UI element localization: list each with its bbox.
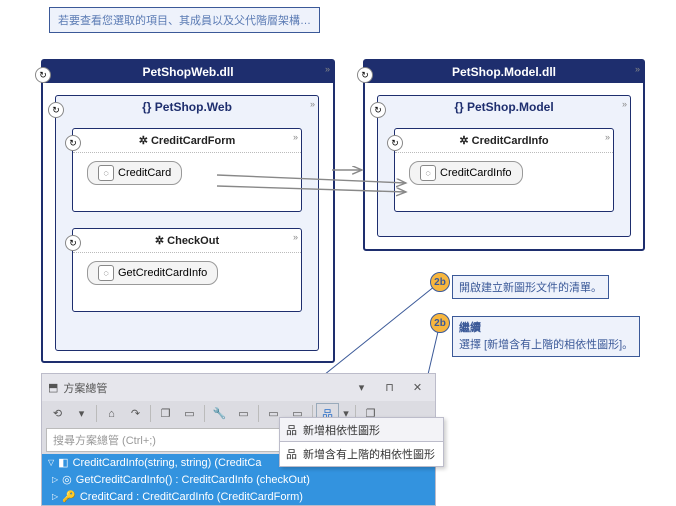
pin-button[interactable]: ⊓	[378, 377, 401, 398]
class-header: ✲ CreditCardInfo	[395, 129, 613, 153]
namespace-header: {} PetShop.Web	[56, 96, 318, 118]
wrench-button[interactable]: 🔧	[208, 403, 231, 424]
step-badge: 2b	[430, 313, 450, 333]
btn[interactable]: ❐	[154, 403, 177, 424]
braces-icon: {}	[454, 100, 463, 114]
method-icon: ◎	[62, 473, 72, 486]
chevron-icon[interactable]: »	[635, 64, 640, 74]
key-icon: 🔑	[62, 490, 76, 503]
menu-item-new-dep-graph-with-parents[interactable]: 品 新增含有上階的相依性圖形	[279, 441, 444, 467]
package-petshop-model: ↻ » PetShop.Model.dll ↻ » {} PetShop.Mod…	[363, 59, 645, 251]
new-graph-menu: 品 新增相依性圖形 品 新增含有上階的相依性圖形	[279, 417, 444, 467]
refresh-icon[interactable]: ↻	[357, 67, 373, 83]
refresh-icon[interactable]: ↻	[387, 135, 403, 151]
expand-icon[interactable]: ▷	[52, 492, 58, 501]
refresh-icon[interactable]: ↻	[48, 102, 64, 118]
menu-item-new-dep-graph[interactable]: 品 新增相依性圖形	[280, 418, 443, 442]
gear-icon: ✲	[155, 235, 164, 247]
tree-row[interactable]: ▷ 🔑 CreditCard : CreditCardInfo (CreditC…	[42, 488, 435, 505]
field-getcreditcardinfo[interactable]: ◌ GetCreditCardInfo	[87, 261, 218, 285]
link-icon: ⬒	[48, 381, 58, 394]
callout-continue: 繼續 選擇 [新增含有上階的相依性圖形]。	[452, 316, 640, 357]
method-icon: ◧	[58, 456, 68, 469]
tree-row[interactable]: ▷ ◎ GetCreditCardInfo() : CreditCardInfo…	[42, 471, 435, 488]
field-icon: ◌	[420, 165, 436, 181]
chevron-icon[interactable]: »	[293, 132, 298, 142]
field-icon: ◌	[98, 265, 114, 281]
chevron-icon[interactable]: »	[622, 99, 627, 109]
field-creditcardinfo[interactable]: ◌ CreditCardInfo	[409, 161, 523, 185]
btn[interactable]: ▭	[232, 403, 255, 424]
field-icon: ◌	[98, 165, 114, 181]
class-header: ✲ CheckOut	[73, 229, 301, 253]
gear-icon: ✲	[139, 135, 148, 147]
field-creditcard[interactable]: ◌ CreditCard	[87, 161, 182, 185]
callout-open-menu: 開啟建立新圖形文件的清單。	[452, 275, 609, 299]
expand-icon[interactable]: ▽	[48, 458, 54, 467]
close-button[interactable]: ✕	[406, 377, 429, 398]
refresh-icon[interactable]: ↻	[65, 235, 81, 251]
home-button[interactable]: ⌂	[100, 403, 123, 424]
graph-icon: 品	[286, 422, 297, 438]
back-button[interactable]: ⟲	[46, 403, 69, 424]
chevron-icon[interactable]: »	[310, 99, 315, 109]
gear-icon: ✲	[459, 135, 468, 147]
refresh-icon[interactable]: ↻	[370, 102, 386, 118]
class-header: ✲ CreditCardForm	[73, 129, 301, 153]
sync-button[interactable]: ↷	[124, 403, 147, 424]
namespace-petshop-web: ↻ » {} PetShop.Web ↻ » ✲ CreditCardForm …	[55, 95, 319, 351]
refresh-icon[interactable]: ↻	[65, 135, 81, 151]
hint-tooltip: 若要查看您選取的項目、其成員以及父代階層架構…	[49, 7, 320, 33]
class-checkout: ↻ » ✲ CheckOut ◌ GetCreditCardInfo	[72, 228, 302, 312]
package-header: PetShopWeb.dll	[43, 61, 333, 83]
package-petshopweb: ↻ » PetShopWeb.dll ↻ » {} PetShop.Web ↻ …	[41, 59, 335, 363]
fwd-button[interactable]: ▾	[70, 403, 93, 424]
package-header: PetShop.Model.dll	[365, 61, 643, 83]
chevron-icon[interactable]: »	[325, 64, 330, 74]
btn[interactable]: ▭	[178, 403, 201, 424]
namespace-petshop-model: ↻ » {} PetShop.Model ↻ » ✲ CreditCardInf…	[377, 95, 631, 237]
class-creditcardinfo: ↻ » ✲ CreditCardInfo ◌ CreditCardInfo	[394, 128, 614, 212]
braces-icon: {}	[142, 100, 151, 114]
chevron-icon[interactable]: »	[293, 232, 298, 242]
panel-titlebar: ⬒ 方案總管 ▾ ⊓ ✕	[42, 374, 435, 401]
namespace-header: {} PetShop.Model	[378, 96, 630, 118]
chevron-icon[interactable]: »	[605, 132, 610, 142]
step-badge: 2b	[430, 272, 450, 292]
dropdown-button[interactable]: ▾	[350, 377, 373, 398]
graph-icon: 品	[286, 446, 297, 462]
expand-icon[interactable]: ▷	[52, 475, 58, 484]
refresh-icon[interactable]: ↻	[35, 67, 51, 83]
class-creditcardform: ↻ » ✲ CreditCardForm ◌ CreditCard	[72, 128, 302, 212]
